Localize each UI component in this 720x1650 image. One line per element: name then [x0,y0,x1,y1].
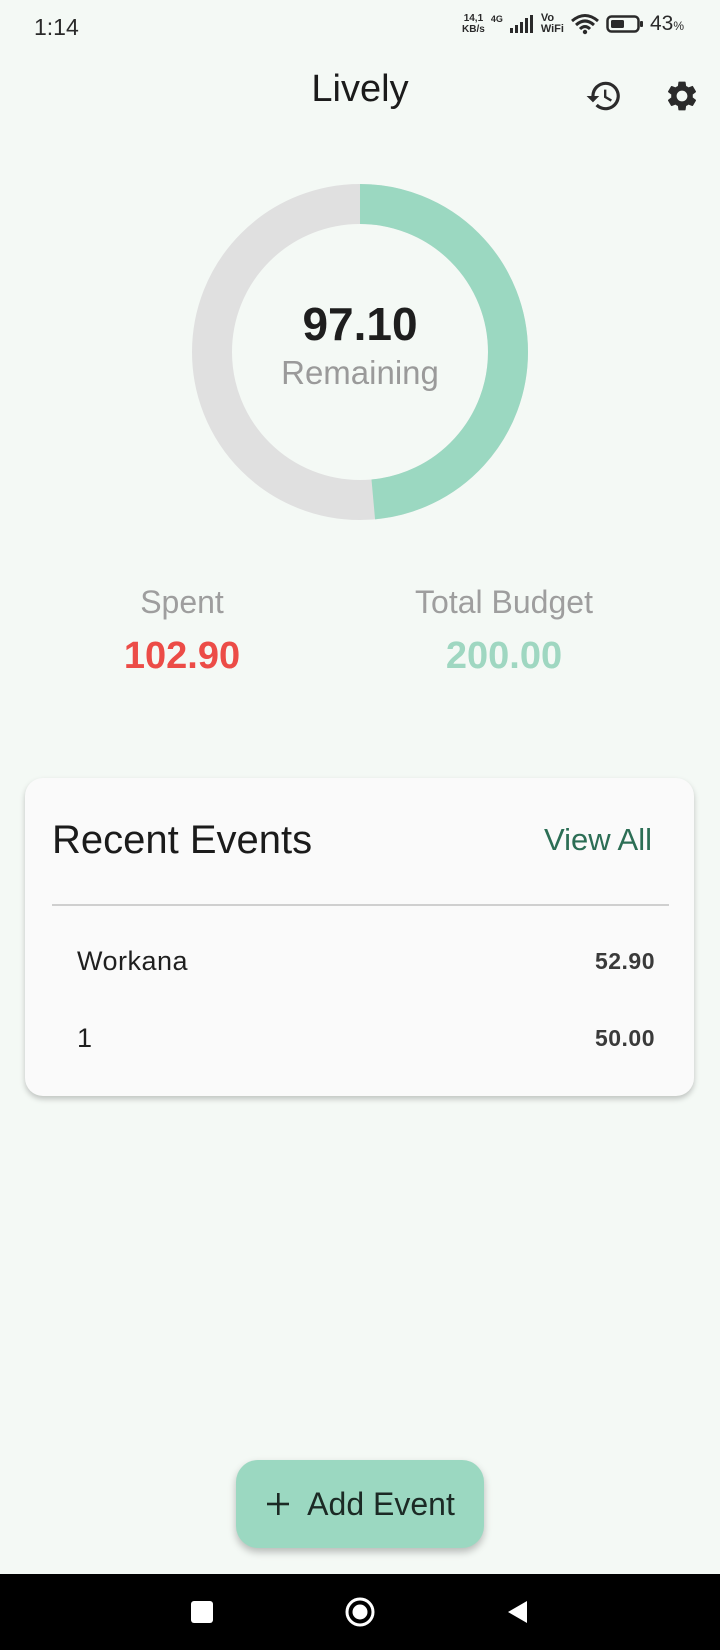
event-amount: 50.00 [594,1025,655,1051]
home-button[interactable] [338,1590,382,1634]
remaining-value: 97.10 [302,298,418,350]
add-event-label: Add Event [307,1485,455,1522]
recent-events-title: Recent Events [52,818,313,862]
budget-label: Total Budget [415,584,593,620]
network-speed-value: 14,1 [463,13,484,24]
back-icon [508,1601,527,1623]
back-button[interactable] [496,1590,540,1634]
plus-icon [267,1493,290,1515]
home-icon [345,1597,375,1627]
card-divider [52,904,669,906]
wifi-icon [571,14,599,35]
history-icon [586,81,620,111]
event-amount: 52.90 [594,948,655,974]
event-name: 1 [77,1023,93,1053]
donut-center: 97.10 Remaining [190,296,530,392]
vowifi-indicator: Vo WiFi [541,13,564,35]
status-icons: 14,1 KB/s 4G Vo WiFi 43% [462,12,684,36]
status-time: 1:14 [34,14,79,40]
vowifi-bottom: WiFi [540,23,564,35]
spent-value: 102.90 [123,635,241,677]
spent-stat: Spent 102.90 [82,584,282,678]
recent-events-card: Recent Events View All Workana 52.90 1 5… [25,778,694,1096]
event-name: Workana [77,946,189,976]
system-nav-bar [0,1574,720,1650]
battery-icon [606,15,643,33]
signal-bars-icon [509,15,533,33]
network-type: 4G [490,14,503,24]
recents-icon [191,1601,213,1623]
view-all-link[interactable]: View All [544,822,652,858]
battery-percent-sign: % [673,19,684,33]
gear-icon [667,81,697,111]
status-bar: 1:14 14,1 KB/s 4G Vo WiFi 43% [0,0,720,56]
remaining-label: Remaining [281,354,439,391]
add-event-button[interactable]: Add Event [236,1460,484,1548]
history-button[interactable] [580,72,628,120]
recents-button[interactable] [180,1590,224,1634]
network-speed-unit: KB/s [462,24,485,35]
budget-stat: Total Budget 200.00 [384,584,624,678]
battery-percent: 43% [650,12,684,36]
settings-button[interactable] [658,72,706,120]
network-speed: 14,1 KB/s [462,13,485,35]
list-item[interactable]: Workana 52.90 [77,946,655,977]
list-item[interactable]: 1 50.00 [77,1023,655,1054]
battery-percent-value: 43 [649,12,674,35]
budget-value: 200.00 [445,635,563,677]
spent-label: Spent [140,584,224,620]
